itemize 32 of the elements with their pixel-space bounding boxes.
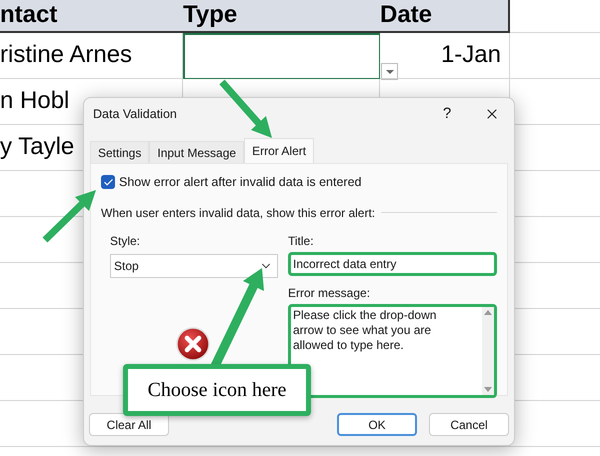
dialog-button[interactable]: OK bbox=[337, 413, 417, 436]
checkbox-label[interactable]: Show error alert after invalid data is entered bbox=[119, 173, 362, 192]
dialog-button[interactable]: Clear All bbox=[89, 413, 169, 436]
title-field[interactable]: Incorrect data entry bbox=[288, 252, 497, 276]
arrow bbox=[42, 190, 96, 243]
error-icon bbox=[175, 326, 211, 362]
help-button[interactable]: ? bbox=[432, 102, 462, 126]
scroll-down-icon bbox=[484, 386, 492, 392]
checkbox[interactable] bbox=[101, 175, 115, 190]
field-label: Title: bbox=[288, 232, 315, 250]
scrollbar[interactable] bbox=[482, 306, 494, 395]
table-cell[interactable]: 1-Jan bbox=[380, 33, 510, 79]
column-header: ntact bbox=[0, 0, 183, 33]
section-label: When user enters invalid data, show this error alert: bbox=[101, 204, 376, 222]
style-dropdown[interactable]: Stop bbox=[110, 254, 278, 278]
field-label: Style: bbox=[110, 232, 142, 250]
field-label: Error message: bbox=[288, 284, 372, 302]
tab[interactable]: Input Message bbox=[149, 141, 244, 163]
tab[interactable]: Error Alert bbox=[244, 138, 314, 163]
caret-icon bbox=[386, 70, 394, 74]
dialog-button[interactable]: Cancel bbox=[429, 413, 509, 436]
column-header: Type bbox=[183, 0, 380, 33]
dropdown-button[interactable] bbox=[381, 63, 398, 80]
callout: Choose icon here bbox=[123, 364, 311, 416]
tab[interactable]: Settings bbox=[90, 141, 150, 163]
scroll-up-icon bbox=[484, 310, 492, 315]
column-header: Date bbox=[380, 0, 510, 33]
message-field[interactable]: Please click the drop-down arrow to see what you are allowed to type here. bbox=[288, 304, 497, 398]
table-cell[interactable]: ristine Arnes bbox=[0, 33, 183, 79]
check-icon bbox=[102, 176, 114, 188]
window-title: Data Validation bbox=[93, 106, 178, 123]
arrow bbox=[219, 80, 272, 138]
